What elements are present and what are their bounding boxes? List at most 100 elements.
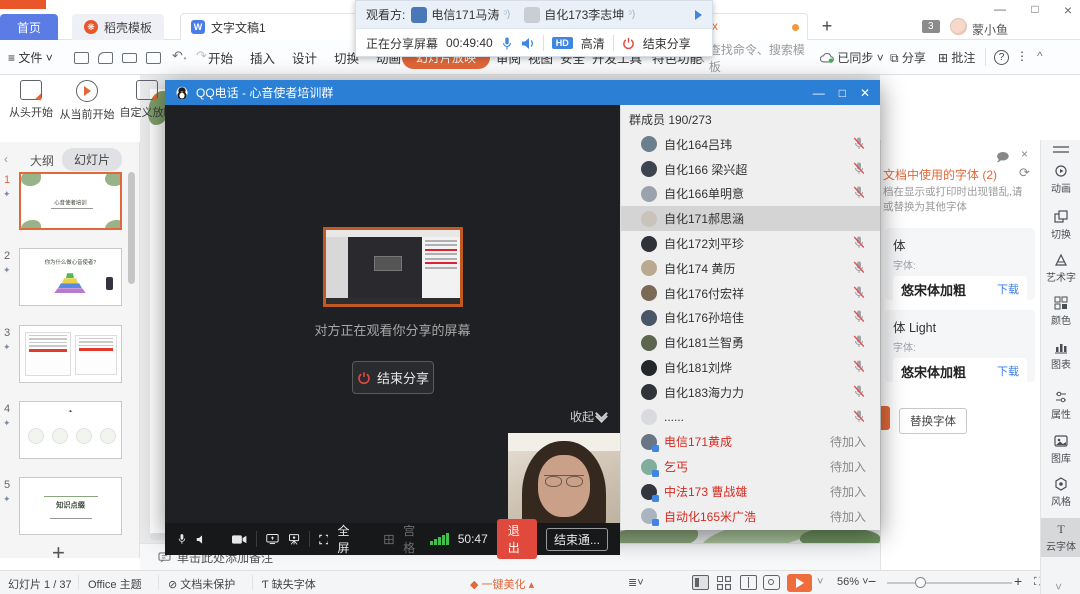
beautify-button[interactable]: ◆ 一键美化 ▴ [470,576,534,592]
sidebar-scroll-down-icon[interactable]: ˅ [1055,580,1062,594]
member-row[interactable]: 自化176孙培佳 [621,306,880,331]
add-slide-button[interactable]: + [52,540,65,566]
sidebar-item-3[interactable]: 艺术字 [1041,253,1080,284]
end-call-button[interactable]: 结束通... [546,528,608,551]
zoom-level[interactable]: 56% ˅ [837,576,869,588]
collapse-ribbon-icon[interactable]: ^ [1037,49,1043,63]
viewer-2[interactable]: 自化173李志坤ᵓ) [524,6,635,23]
sidebar-item-9[interactable]: T云字体 [1041,518,1080,557]
download-link[interactable]: 下载 [997,363,1019,379]
ribbon-menu-3[interactable]: 设计 [292,48,317,67]
panel-close-icon[interactable]: × [1021,147,1028,161]
share-button[interactable]: ⧉ 分享 [890,49,926,66]
print-preview-icon[interactable] [146,52,161,64]
sidebar-item-4[interactable]: 颜色 [1041,296,1080,327]
member-row[interactable]: 自化183海力力 [621,380,880,405]
speaker-icon[interactable] [196,533,207,546]
slideshow-view-icon[interactable] [763,575,780,590]
camera-icon[interactable] [232,533,247,546]
slide-thumb-5[interactable]: 5✦知识点缀 [0,477,140,547]
minimize-button[interactable]: — [990,2,1010,16]
zoom-in-button[interactable]: + [1014,573,1022,589]
stop-share-button[interactable]: 结束分享 [352,361,434,394]
screen-share-icon[interactable] [266,532,279,546]
print-icon[interactable] [122,53,137,63]
grid-view-label[interactable]: 宫格 [403,522,421,556]
more-icon[interactable]: ⋮ [1016,49,1028,63]
slide-thumbnail[interactable] [19,325,122,383]
close-button[interactable]: × [1058,2,1078,18]
viewer-1[interactable]: 电信171马涛ᵓ) [411,6,510,23]
stop-share-label[interactable]: 结束分享 [643,35,691,52]
maximize-button[interactable]: □ [1025,2,1045,16]
ribbon-menu-2[interactable]: 插入 [250,48,275,67]
fullscreen-icon[interactable] [319,533,329,546]
play-slideshow-button[interactable] [787,574,812,592]
member-row[interactable]: ...... [621,405,880,430]
notification-badge[interactable]: 3 [922,20,940,33]
member-row[interactable]: 电信171黄成待加入 [621,430,880,455]
qq-title-bar[interactable]: QQ电话 - 心音使者培训群 — □ ✕ [165,80,880,105]
member-row[interactable]: 自化166 梁兴超 [621,157,880,182]
ribbon-menu-1[interactable]: 开始 [208,48,233,67]
slideshow-tool-1[interactable]: 从头开始 [2,80,60,120]
sidebar-item-8[interactable]: 风格 [1041,477,1080,508]
member-row[interactable]: 测控161 吕铁伟待加入 [621,529,880,530]
play-dropdown-icon[interactable]: ˅ [817,576,823,588]
member-row[interactable]: 自化176付宏祥 [621,281,880,306]
qq-close-icon[interactable]: ✕ [860,86,870,100]
sidebar-item-1[interactable]: 动画 [1041,164,1080,195]
member-row[interactable]: 自化172刘平珍 [621,231,880,256]
collapse-panel-icon[interactable]: ‹ [4,152,8,166]
theme-label[interactable]: Office 主题 [88,576,142,592]
slideshow-tool-2[interactable]: 从当前开始 [58,80,116,122]
tab-docer[interactable]: ❋ 稻壳模板 [72,14,164,40]
undo-icon[interactable]: ↶˔ [172,48,187,64]
sorter-view-icon[interactable] [716,575,733,590]
member-row[interactable]: 自化164吕玮 [621,132,880,157]
refresh-icon[interactable]: ⟳ [1019,165,1030,181]
zoom-slider[interactable] [887,582,1012,584]
slide-thumb-3[interactable]: 3✦ [0,325,140,395]
doc-protect-status[interactable]: ⊘ 文档未保护 [168,576,235,592]
member-row[interactable]: 自化174 黄历 [621,256,880,281]
tab-home[interactable]: 首页 [0,14,58,40]
whiteboard-icon[interactable] [288,532,300,547]
qq-minimize-icon[interactable]: — [813,86,825,100]
mic-on-icon[interactable] [501,36,513,51]
user-avatar[interactable] [950,18,967,35]
member-row[interactable]: 乞丐待加入 [621,454,880,479]
sidebar-item-6[interactable]: 属性 [1041,390,1080,421]
fullscreen-label[interactable]: 全屏 [337,522,355,556]
export-icon[interactable] [98,52,113,64]
thumbnail-scrollbar[interactable] [128,172,135,284]
exit-button[interactable]: 退出 [497,519,537,559]
slide-thumbnail[interactable]: 你为什么做心音使者? [19,248,122,306]
qq-maximize-icon[interactable]: □ [839,86,846,100]
save-icon[interactable] [74,52,89,64]
normal-view-icon[interactable] [692,575,709,590]
sidebar-item-2[interactable]: 切换 [1041,210,1080,241]
notes-toggle-icon[interactable]: ≣˅ [628,576,644,589]
user-name[interactable]: 蒙小鱼 [972,21,1008,38]
sidebar-item-5[interactable]: 图表 [1041,340,1080,371]
member-row[interactable]: 自化171郝思涵 [621,206,880,231]
slide-thumb-1[interactable]: 1✦心音使者培训 [0,172,140,242]
file-menu[interactable]: ≡ 文件 ˅ [8,49,53,66]
slide-thumb-4[interactable]: 4✦❧ [0,401,140,471]
mic-icon[interactable] [177,531,187,547]
help-icon[interactable]: ? [994,50,1009,65]
feedback-icon[interactable]: 🗩 [996,148,1009,169]
member-row[interactable]: 自化181刘烨 [621,355,880,380]
tab-slides[interactable]: 幻灯片 [62,148,122,171]
missing-font-status[interactable]: Ƭ 缺失字体 [262,576,316,592]
speaker-on-icon[interactable] [521,37,535,50]
new-tab-button[interactable]: + [816,16,838,37]
member-row[interactable]: 自动化165米广浩待加入 [621,504,880,529]
slide-thumbnail[interactable]: ❧ [19,401,122,459]
reading-view-icon[interactable] [740,575,757,590]
member-row[interactable]: 自化181兰智勇 [621,330,880,355]
slide-thumb-2[interactable]: 2✦你为什么做心音使者? [0,248,140,318]
tab-outline[interactable]: 大纲 [30,152,54,169]
member-row[interactable]: 中法173 曹战雄待加入 [621,479,880,504]
